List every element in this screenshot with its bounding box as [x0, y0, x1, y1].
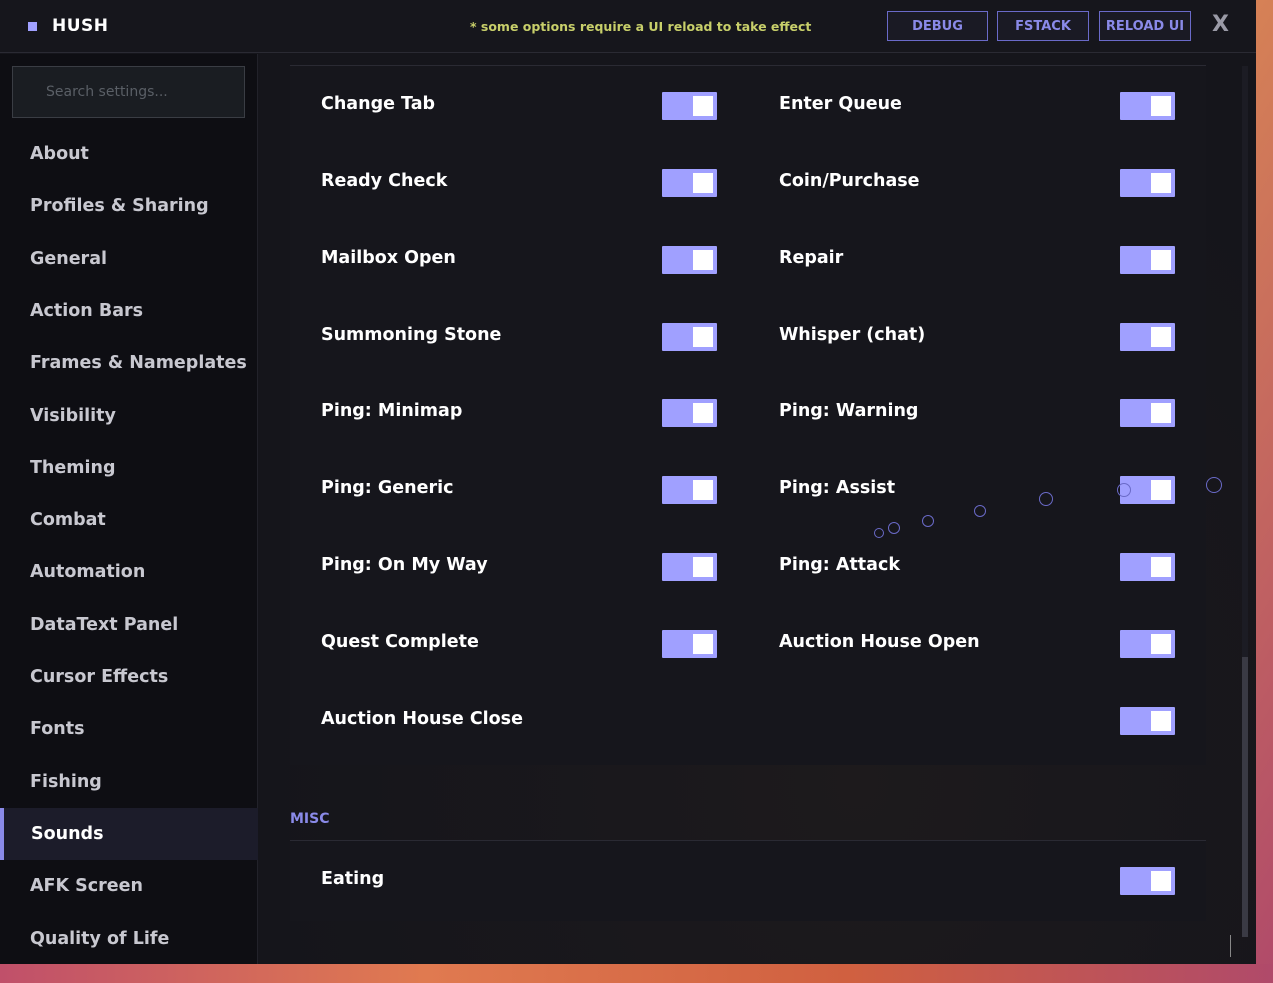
sidebar-item-combat[interactable]: Combat: [0, 494, 258, 546]
cursor-trail-dot: [1117, 483, 1131, 497]
setting-label: Ping: Minimap: [321, 401, 463, 421]
app-title: HUSH: [52, 16, 109, 36]
setting-label: Quest Complete: [321, 632, 479, 652]
sidebar-item-fishing[interactable]: Fishing: [0, 756, 258, 808]
toggle-knob: [693, 403, 713, 423]
section-title-misc: MISC: [290, 811, 330, 827]
toggle-switch[interactable]: [662, 246, 717, 274]
toggle-switch[interactable]: [1120, 323, 1175, 351]
setting-label: Enter Queue: [779, 94, 902, 114]
toggle-knob: [693, 96, 713, 116]
setting-label: Summoning Stone: [321, 325, 502, 345]
cursor-trail-dot: [922, 515, 934, 527]
toggle-switch[interactable]: [662, 553, 717, 581]
toggle-knob: [693, 557, 713, 577]
toggle-knob: [693, 480, 713, 500]
toggle-switch[interactable]: [1120, 867, 1175, 895]
setting-label: Whisper (chat): [779, 325, 926, 345]
toggle-switch[interactable]: [1120, 169, 1175, 197]
setting-label: Ready Check: [321, 171, 448, 191]
toggle-knob: [693, 327, 713, 347]
toggle-knob: [1151, 871, 1171, 891]
sidebar-item-automation[interactable]: Automation: [0, 546, 258, 598]
sidebar-item-datatext-panel[interactable]: DataText Panel: [0, 599, 258, 651]
toggle-knob: [1151, 403, 1171, 423]
setting-label: Auction House Open: [779, 632, 980, 652]
setting-label: Mailbox Open: [321, 248, 456, 268]
toggle-switch[interactable]: [662, 399, 717, 427]
toggle-switch[interactable]: [1120, 553, 1175, 581]
toggle-switch[interactable]: [662, 92, 717, 120]
toggle-knob: [693, 173, 713, 193]
sidebar: Search settings... About Profiles & Shari…: [0, 54, 258, 964]
cursor-trail-dot: [1206, 477, 1222, 493]
setting-label: Ping: Attack: [779, 555, 900, 575]
reload-ui-button[interactable]: RELOAD UI: [1099, 11, 1191, 41]
setting-label: Ping: Warning: [779, 401, 919, 421]
sidebar-item-frames-nameplates[interactable]: Frames & Nameplates: [0, 337, 258, 389]
sidebar-item-theming[interactable]: Theming: [0, 442, 258, 494]
setting-label: Eating: [321, 869, 385, 889]
toggle-switch[interactable]: [662, 323, 717, 351]
resize-handle[interactable]: [1230, 935, 1248, 957]
setting-label: Ping: Assist: [779, 478, 896, 498]
sidebar-item-sounds[interactable]: Sounds: [0, 807, 258, 860]
toggle-knob: [1151, 634, 1171, 654]
setting-label: Ping: On My Way: [321, 555, 488, 575]
reload-notice: * some options require a UI reload to ta…: [470, 19, 812, 34]
toggle-switch[interactable]: [1120, 707, 1175, 735]
setting-label: Change Tab: [321, 94, 436, 114]
setting-label: Coin/Purchase: [779, 171, 920, 191]
toggle-knob: [1151, 557, 1171, 577]
toggle-switch[interactable]: [1120, 399, 1175, 427]
cursor-trail-dot: [974, 505, 986, 517]
toggle-knob: [1151, 173, 1171, 193]
toggle-switch[interactable]: [662, 169, 717, 197]
toggle-knob: [1151, 96, 1171, 116]
toggle-switch[interactable]: [1120, 92, 1175, 120]
toggle-switch[interactable]: [1120, 630, 1175, 658]
brand-icon: [28, 22, 37, 31]
sidebar-item-cursor-effects[interactable]: Cursor Effects: [0, 651, 258, 703]
sidebar-item-general[interactable]: General: [0, 233, 258, 285]
setting-label: Ping: Generic: [321, 478, 454, 498]
sidebar-item-quality-of-life[interactable]: Quality of Life: [0, 913, 258, 965]
close-button[interactable]: X: [1212, 12, 1229, 37]
toggle-switch[interactable]: [662, 476, 717, 504]
search-input[interactable]: Search settings...: [12, 66, 245, 118]
sidebar-item-profiles-sharing[interactable]: Profiles & Sharing: [0, 180, 258, 232]
fstack-button[interactable]: FSTACK: [997, 11, 1089, 41]
top-bar: HUSH * some options require a UI reload …: [0, 0, 1256, 53]
sidebar-item-fonts[interactable]: Fonts: [0, 703, 258, 755]
setting-label: Repair: [779, 248, 844, 268]
toggle-knob: [1151, 480, 1171, 500]
settings-window: HUSH * some options require a UI reload …: [0, 0, 1256, 964]
toggle-switch[interactable]: [1120, 246, 1175, 274]
sidebar-item-action-bars[interactable]: Action Bars: [0, 285, 258, 337]
toggle-knob: [1151, 327, 1171, 347]
scrollbar-thumb[interactable]: [1242, 657, 1248, 937]
game-background: [0, 964, 1273, 983]
sidebar-item-visibility[interactable]: Visibility: [0, 390, 258, 442]
cursor-trail-dot: [1039, 492, 1053, 506]
toggle-switch[interactable]: [662, 630, 717, 658]
toggle-knob: [693, 250, 713, 270]
sidebar-item-about[interactable]: About: [0, 128, 258, 180]
sidebar-item-afk-screen[interactable]: AFK Screen: [0, 860, 258, 912]
cursor-trail-dot: [888, 522, 900, 534]
setting-label: Auction House Close: [321, 709, 523, 729]
toggle-knob: [1151, 250, 1171, 270]
debug-button[interactable]: DEBUG: [887, 11, 988, 41]
toggle-knob: [693, 634, 713, 654]
misc-panel: [290, 841, 1206, 921]
toggle-knob: [1151, 711, 1171, 731]
cursor-trail-dot: [874, 528, 884, 538]
